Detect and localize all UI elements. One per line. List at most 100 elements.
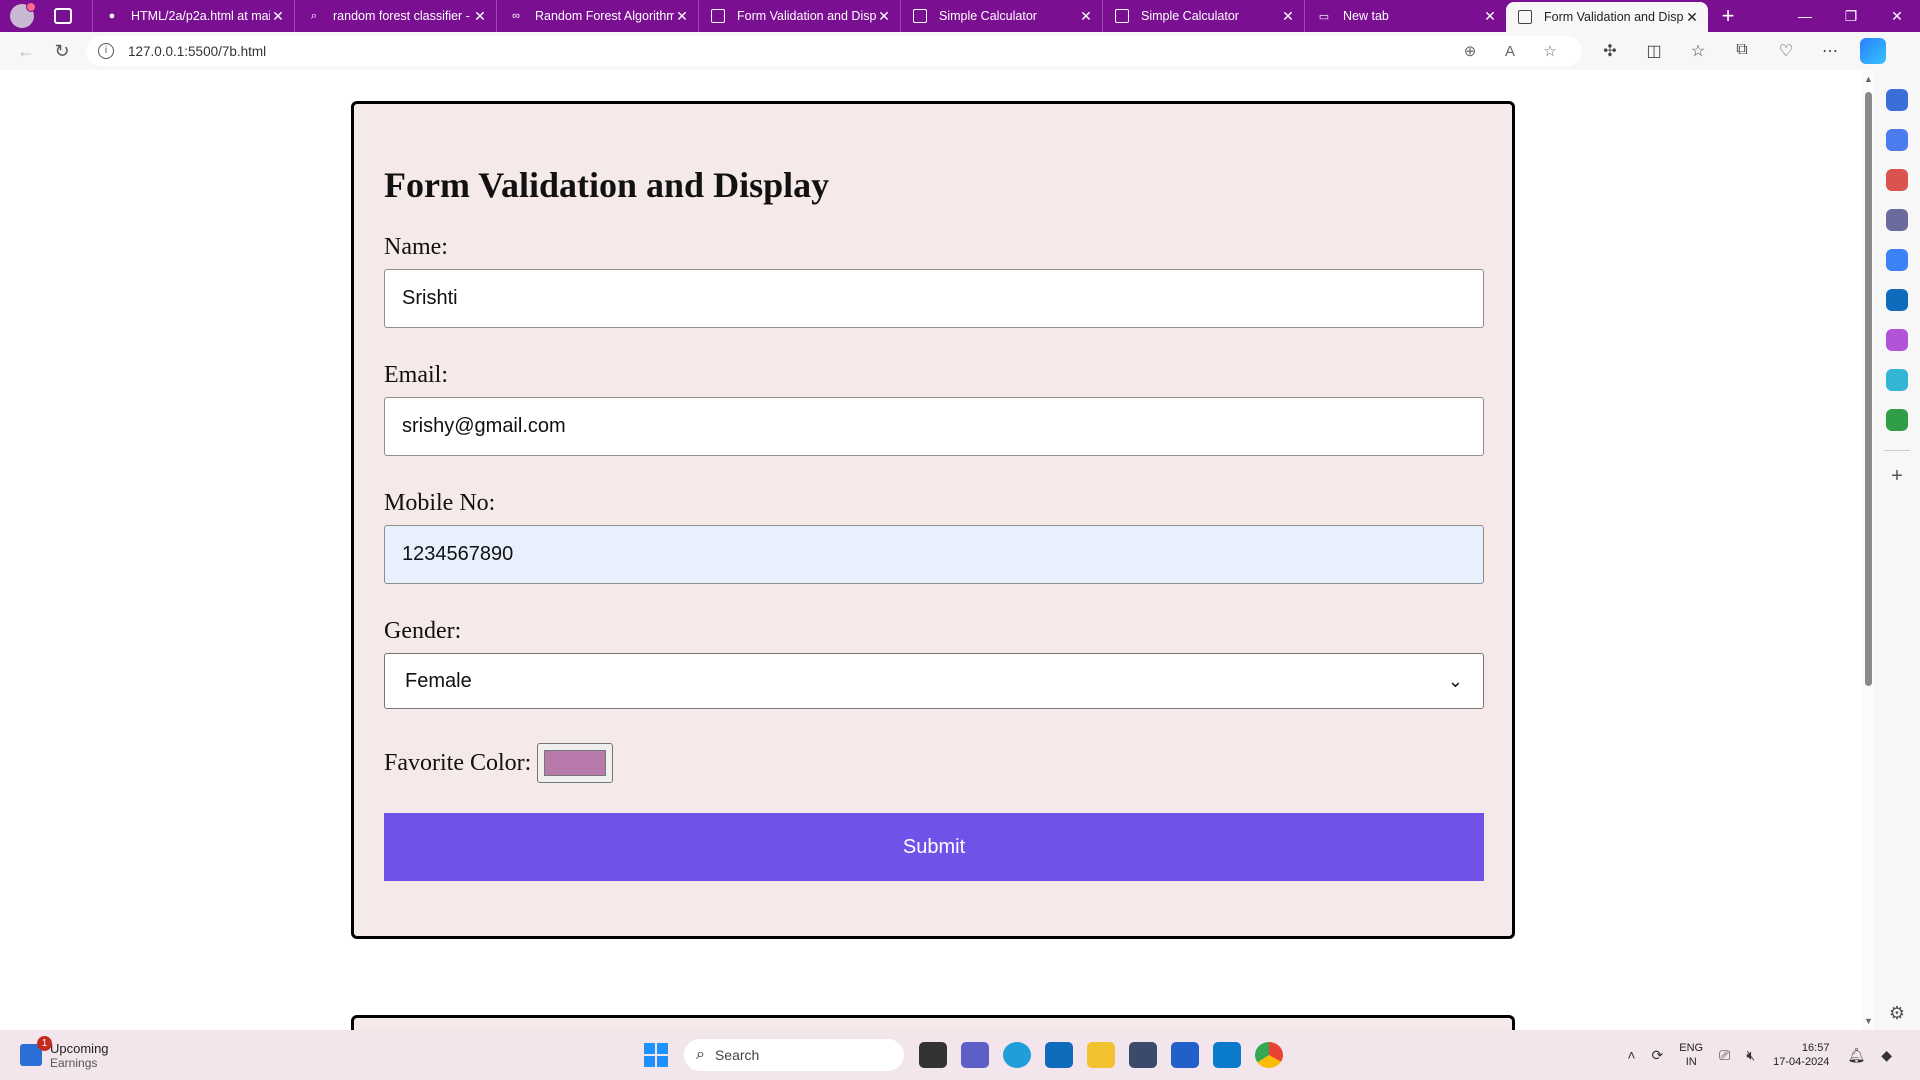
- address-bar[interactable]: i 127.0.0.1:5500/7b.html ⊕ A ☆: [86, 36, 1582, 66]
- tab-actions-icon[interactable]: [54, 8, 72, 24]
- restore-icon[interactable]: ❐: [1828, 8, 1874, 25]
- microsoft365-icon[interactable]: [1886, 249, 1908, 271]
- shopping-icon[interactable]: [1886, 129, 1908, 151]
- notification-bell-icon[interactable]: 🔔︎: [1847, 1047, 1865, 1064]
- add-sidebar-app-icon[interactable]: +: [1891, 465, 1903, 488]
- close-tab-icon[interactable]: ✕: [674, 8, 690, 25]
- browser-essentials-icon[interactable]: ♡: [1764, 41, 1808, 61]
- task-view-icon[interactable]: [919, 1042, 947, 1068]
- store-icon[interactable]: [1171, 1042, 1199, 1068]
- edge-sidebar: + ⚙: [1874, 70, 1920, 1030]
- url-text[interactable]: 127.0.0.1:5500/7b.html: [128, 44, 1450, 59]
- chrome-icon[interactable]: [1255, 1042, 1283, 1068]
- page-scrollbar[interactable]: ▲ ▼: [1862, 70, 1874, 1030]
- scroll-up-icon[interactable]: ▲: [1864, 74, 1873, 84]
- widgets-button[interactable]: 1 Upcoming Earnings: [20, 1036, 109, 1070]
- close-tab-icon[interactable]: ✕: [1280, 8, 1296, 25]
- taskbar-search[interactable]: ⌕ Search: [684, 1039, 904, 1071]
- window-controls: — ❐ ✕: [1782, 8, 1920, 25]
- widget-subtitle: Earnings: [50, 1055, 98, 1070]
- tab-4[interactable]: Form Validation and Displ ✕: [698, 0, 900, 32]
- email-input[interactable]: srishy@gmail.com: [384, 397, 1484, 456]
- page-icon: [913, 9, 927, 23]
- scroll-thumb[interactable]: [1865, 92, 1872, 686]
- tab-title: HTML/2a/p2a.html at mai: [131, 9, 270, 23]
- color-picker[interactable]: [537, 743, 613, 783]
- close-tab-icon[interactable]: ✕: [876, 8, 892, 25]
- toolbar-actions: ✣ ◫ ☆ ⧉ ♡ ⋯: [1588, 41, 1852, 61]
- page-viewport: Form Validation and Display Name: Srisht…: [0, 70, 1862, 1030]
- network-icon[interactable]: ⎚: [1719, 1047, 1730, 1064]
- tab-8-active[interactable]: Form Validation and Displ ✕: [1506, 2, 1708, 32]
- minimize-icon[interactable]: —: [1782, 8, 1828, 25]
- edge-icon[interactable]: [1003, 1042, 1031, 1068]
- virtualbox-icon[interactable]: [1129, 1042, 1157, 1068]
- mail-icon[interactable]: [1045, 1042, 1073, 1068]
- refresh-icon[interactable]: ↻: [44, 41, 80, 62]
- copilot-taskbar-icon[interactable]: ◆: [1881, 1047, 1892, 1064]
- tree-icon[interactable]: [1886, 409, 1908, 431]
- games-icon[interactable]: [1886, 209, 1908, 231]
- widget-title: Upcoming: [50, 1040, 109, 1056]
- close-tab-icon[interactable]: ✕: [472, 8, 488, 25]
- tab-1[interactable]: ● HTML/2a/p2a.html at mai ✕: [92, 0, 294, 32]
- close-tab-icon[interactable]: ✕: [270, 8, 286, 25]
- language-code: ENG: [1679, 1042, 1704, 1054]
- sync-icon[interactable]: ⟳: [1652, 1047, 1664, 1064]
- time: 16:57: [1801, 1042, 1830, 1054]
- newtab-icon: ▭: [1318, 10, 1330, 23]
- tab-6[interactable]: Simple Calculator ✕: [1102, 0, 1304, 32]
- language-indicator[interactable]: ENG IN: [1679, 1041, 1703, 1069]
- outlook-icon[interactable]: [1886, 289, 1908, 311]
- drop-icon[interactable]: [1886, 369, 1908, 391]
- read-aloud-icon[interactable]: A: [1490, 43, 1530, 60]
- close-tab-icon[interactable]: ✕: [1078, 8, 1094, 25]
- info-icon[interactable]: i: [98, 43, 114, 59]
- chevron-down-icon: ⌄: [1447, 670, 1463, 691]
- name-input[interactable]: Srishti: [384, 269, 1484, 328]
- mobile-input[interactable]: 1234567890: [384, 525, 1484, 584]
- designer-icon[interactable]: [1886, 329, 1908, 351]
- vscode-icon[interactable]: [1213, 1042, 1241, 1068]
- gender-label: Gender:: [384, 618, 462, 644]
- gear-icon[interactable]: ⚙: [1889, 1003, 1905, 1024]
- tab-title: New tab: [1343, 9, 1389, 23]
- gender-selected-value: Female: [405, 669, 472, 692]
- gender-select[interactable]: Female ⌄: [384, 653, 1484, 709]
- tab-7[interactable]: ▭ New tab ✕: [1304, 0, 1506, 32]
- search-icon: ⌕: [310, 9, 318, 22]
- tab-5[interactable]: Simple Calculator ✕: [900, 0, 1102, 32]
- favorites-icon[interactable]: ☆: [1676, 41, 1720, 61]
- back-arrow-icon[interactable]: ←: [8, 41, 44, 62]
- favorite-star-icon[interactable]: ☆: [1530, 42, 1570, 60]
- page-icon: [711, 9, 725, 23]
- split-screen-icon[interactable]: ◫: [1632, 41, 1676, 61]
- name-label: Name:: [384, 234, 448, 260]
- close-tab-icon[interactable]: ✕: [1482, 8, 1498, 25]
- extensions-icon[interactable]: ✣: [1588, 41, 1632, 61]
- new-tab-button[interactable]: +: [1708, 3, 1748, 29]
- tab-2[interactable]: ⌕ random forest classifier - ✕: [294, 0, 496, 32]
- clock[interactable]: 16:57 17-04-2024: [1773, 1041, 1829, 1069]
- file-explorer-icon[interactable]: [1087, 1042, 1115, 1068]
- teams-icon[interactable]: [961, 1042, 989, 1068]
- form-card: Form Validation and Display Name: Srisht…: [351, 101, 1515, 939]
- volume-muted-icon[interactable]: 🔇︎: [1746, 1047, 1755, 1064]
- page-icon: [1518, 10, 1532, 24]
- github-icon: ●: [108, 10, 116, 22]
- close-window-icon[interactable]: ✕: [1874, 8, 1920, 25]
- tab-title: random forest classifier -: [333, 9, 470, 23]
- submit-button[interactable]: Submit: [384, 813, 1484, 881]
- copilot-icon[interactable]: [1860, 38, 1886, 64]
- tab-3[interactable]: ∞ Random Forest Algorithm ✕: [496, 0, 698, 32]
- search-sidebar-icon[interactable]: [1886, 89, 1908, 111]
- profile-avatar[interactable]: [10, 2, 36, 28]
- start-icon[interactable]: [644, 1043, 668, 1067]
- more-menu-icon[interactable]: ⋯: [1808, 41, 1852, 61]
- scroll-down-icon[interactable]: ▼: [1864, 1016, 1873, 1026]
- chevron-up-icon[interactable]: ˄: [1627, 1047, 1635, 1063]
- tools-icon[interactable]: [1886, 169, 1908, 191]
- collections-icon[interactable]: ⧉: [1720, 41, 1764, 61]
- close-tab-icon[interactable]: ✕: [1684, 9, 1700, 26]
- zoom-icon[interactable]: ⊕: [1450, 42, 1490, 60]
